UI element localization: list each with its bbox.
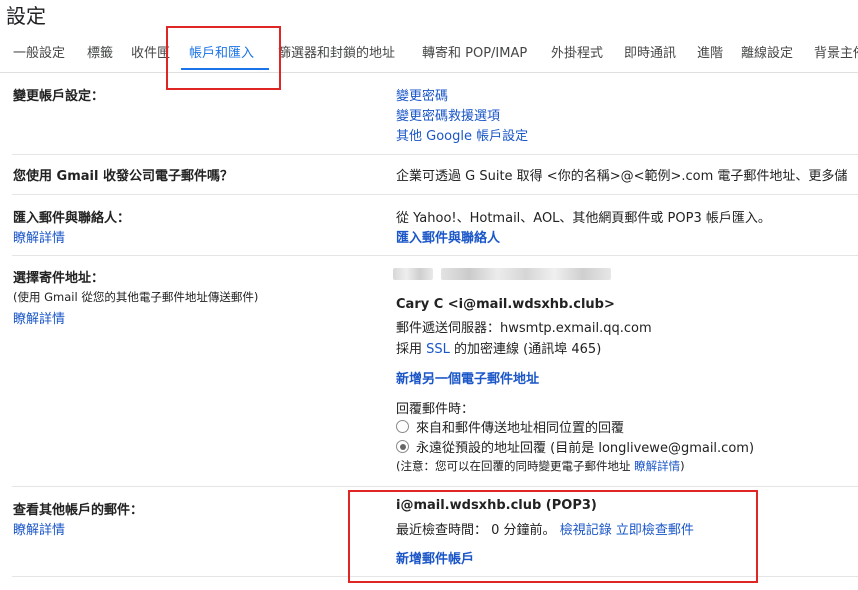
- reply-note-close: ): [680, 459, 685, 473]
- reply-same-address-radio[interactable]: [396, 420, 409, 433]
- row-divider: [12, 486, 858, 487]
- business-text: 企業可透過 G Suite 取得 <你的名稱>@<範例>.com 電子郵件地址、…: [396, 169, 848, 184]
- smtp-server-value: hwsmtp.exmail.qq.com: [500, 321, 652, 336]
- reply-note-text: (注意：您可以在回覆的同時變更電子郵件地址: [396, 459, 631, 473]
- row-divider: [12, 154, 858, 155]
- tab-themes[interactable]: 背景主佈: [814, 42, 858, 61]
- tab-filters[interactable]: 篩選器和封鎖的地址: [278, 42, 395, 61]
- reply-default-address-label: 永遠從預設的地址回覆 (目前是 longlivewe@gmail.com): [416, 441, 755, 456]
- reply-note: (注意：您可以在回覆的同時變更電子郵件地址 瞭解詳情): [396, 458, 685, 474]
- ssl-suffix: 的加密連線 (通訊埠 465): [454, 342, 602, 357]
- pop3-account: i@mail.wdsxhb.club (POP3): [396, 498, 597, 513]
- row-divider: [12, 576, 858, 577]
- change-account-label: 變更帳戶設定：: [13, 89, 105, 104]
- view-history-link[interactable]: 檢視記錄: [560, 523, 612, 538]
- ssl-prefix: 採用: [396, 342, 423, 357]
- settings-tabs: 一般設定 標籤 收件匣 帳戶和匯入 篩選器和封鎖的地址 轉寄和 POP/IMAP…: [0, 42, 858, 70]
- ssl-link[interactable]: SSL: [426, 342, 450, 357]
- tab-inbox[interactable]: 收件匣: [131, 42, 170, 61]
- tab-offline[interactable]: 離線設定: [741, 42, 793, 61]
- tab-general[interactable]: 一般設定: [13, 42, 65, 61]
- check-mail-learn-more-link[interactable]: 瞭解詳情: [13, 519, 65, 538]
- tab-addons[interactable]: 外掛程式: [551, 42, 603, 61]
- page-title: 設定: [6, 4, 46, 28]
- change-recovery-link[interactable]: 變更密碼救援選項: [396, 105, 500, 124]
- send-as-label: 選擇寄件地址：: [13, 271, 105, 286]
- reply-note-learn-more-link[interactable]: 瞭解詳情: [634, 459, 680, 473]
- tabs-divider: [0, 72, 858, 73]
- smtp-server-prefix: 郵件遞送伺服器：: [396, 321, 501, 336]
- google-account-settings-link[interactable]: 其他 Google 帳戶設定: [396, 125, 528, 144]
- tab-forwarding[interactable]: 轉寄和 POP/IMAP: [422, 42, 527, 61]
- active-tab-indicator: [181, 68, 269, 70]
- tab-advanced[interactable]: 進階: [697, 42, 723, 61]
- add-email-address-link[interactable]: 新增另一個電子郵件地址: [396, 368, 539, 387]
- reply-label: 回覆郵件時：: [396, 402, 475, 417]
- import-learn-more-link[interactable]: 瞭解詳情: [13, 227, 65, 246]
- last-checked-line: 最近檢查時間： 0 分鐘前。 檢視記錄 立即檢查郵件: [396, 519, 694, 538]
- ssl-line: 採用 SSL 的加密連線 (通訊埠 465): [396, 338, 601, 357]
- smtp-server-line: 郵件遞送伺服器：hwsmtp.exmail.qq.com: [396, 317, 652, 336]
- import-label: 匯入郵件與聯絡人：: [13, 211, 131, 226]
- add-mail-account-link[interactable]: 新增郵件帳戶: [396, 548, 474, 567]
- reply-same-address-label: 來自和郵件傳送地址相同位置的回覆: [416, 421, 625, 436]
- import-text: 從 Yahoo!、Hotmail、AOL、其他網頁郵件或 POP3 帳戶匯入。: [396, 211, 771, 226]
- business-label: 您使用 Gmail 收發公司電子郵件嗎？: [13, 169, 233, 184]
- last-checked-text: 最近檢查時間： 0 分鐘前。: [396, 523, 556, 538]
- check-mail-label: 查看其他帳戶的郵件：: [13, 503, 144, 518]
- tab-labels[interactable]: 標籤: [87, 42, 113, 61]
- check-mail-now-link[interactable]: 立即檢查郵件: [616, 523, 694, 538]
- reply-default-address-radio[interactable]: [396, 440, 409, 453]
- tab-accounts-import[interactable]: 帳戶和匯入: [189, 42, 254, 61]
- change-password-link[interactable]: 變更密碼: [396, 85, 448, 104]
- send-as-account-name: Cary C <i@mail.wdsxhb.club>: [396, 297, 615, 312]
- send-as-learn-more-link[interactable]: 瞭解詳情: [13, 308, 65, 327]
- row-divider: [12, 255, 858, 256]
- row-divider: [12, 194, 858, 195]
- import-mail-contacts-link[interactable]: 匯入郵件與聯絡人: [396, 227, 500, 246]
- send-as-description: (使用 Gmail 從您的其他電子郵件地址傳送郵件): [13, 290, 259, 304]
- tab-chat[interactable]: 即時通訊: [624, 42, 676, 61]
